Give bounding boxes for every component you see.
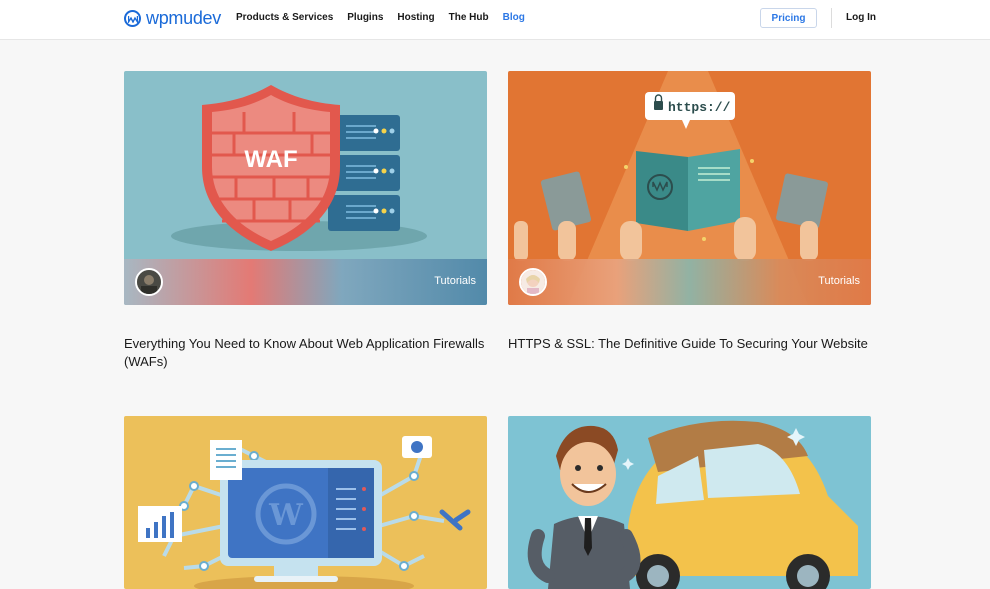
nav-item-plugins[interactable]: Plugins [347, 12, 383, 23]
wordpress-automation-illustration: W [124, 416, 487, 589]
category-label[interactable]: Tutorials [434, 275, 476, 287]
main-nav: Products & Services Plugins Hosting The … [236, 12, 525, 23]
header-divider [831, 8, 832, 28]
waf-badge-text: WAF [244, 146, 297, 173]
card-footer: Tutorials [508, 259, 871, 305]
post-thumbnail[interactable] [508, 416, 871, 589]
svg-text:W: W [268, 498, 304, 533]
site-header: wpmudev Products & Services Plugins Host… [0, 0, 990, 40]
nav-item-products[interactable]: Products & Services [236, 12, 333, 23]
post-thumbnail[interactable]: W [124, 416, 487, 589]
logo-link[interactable]: wpmudev [124, 8, 221, 29]
wpmudev-logo-icon [124, 10, 141, 27]
category-label[interactable]: Tutorials [818, 275, 860, 287]
car-salesman-illustration [508, 416, 871, 589]
pricing-button[interactable]: Pricing [760, 8, 817, 28]
nav-item-blog[interactable]: Blog [503, 12, 525, 23]
https-badge-text: https:// [668, 100, 731, 115]
post-title[interactable]: HTTPS & SSL: The Definitive Guide To Sec… [508, 335, 871, 353]
nav-item-the-hub[interactable]: The Hub [449, 12, 489, 23]
card-footer: Tutorials [124, 259, 487, 305]
logo-text: wpmudev [146, 8, 221, 28]
login-link[interactable]: Log In [846, 12, 876, 23]
author-avatar[interactable] [135, 268, 163, 296]
post-thumbnail[interactable]: https:// Tutorials [508, 71, 871, 305]
post-title[interactable]: Everything You Need to Know About Web Ap… [124, 335, 487, 371]
post-thumbnail[interactable]: WAF Tutorials [124, 71, 487, 305]
author-avatar[interactable] [519, 268, 547, 296]
nav-item-hosting[interactable]: Hosting [397, 12, 434, 23]
